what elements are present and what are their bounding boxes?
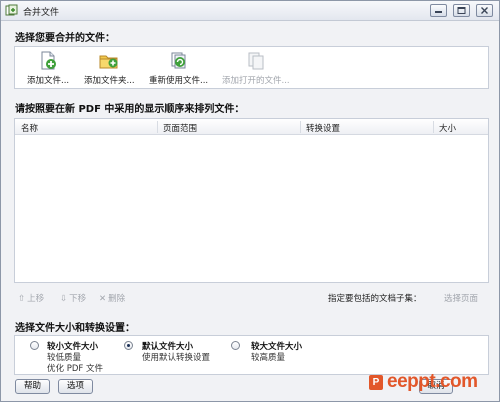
add-open-files-button[interactable]: 添加打开的文件... — [222, 51, 290, 86]
move-down-button[interactable]: ⇩ 下移 — [60, 292, 86, 304]
default-size-radio[interactable] — [124, 341, 133, 350]
column-conversion-settings[interactable]: 转换设置 — [306, 122, 340, 134]
add-folder-label: 添加文件夹... — [84, 76, 135, 86]
reuse-files-icon — [171, 52, 186, 69]
minimize-icon — [435, 11, 442, 13]
remove-icon: ✕ — [99, 294, 107, 304]
default-size-desc: 使用默认转换设置 — [142, 353, 211, 363]
reuse-files-button[interactable]: 重新使用文件... — [149, 51, 208, 86]
file-toolbar: 添加文件... 添加文件夹... 重新使用文件... 添加打开的文件... — [14, 46, 489, 89]
smaller-size-radio[interactable] — [30, 341, 39, 350]
column-separator[interactable] — [300, 121, 301, 133]
reuse-files-label: 重新使用文件... — [149, 76, 209, 86]
add-folder-button[interactable]: 添加文件夹... — [84, 51, 135, 86]
choose-pages-button[interactable]: 选择页面 — [444, 292, 478, 304]
window-title: 合并文件 — [23, 8, 60, 18]
add-open-files-label: 添加打开的文件... — [222, 76, 290, 86]
larger-size-desc: 较高质量 — [251, 353, 286, 363]
add-files-label: 添加文件... — [27, 76, 70, 86]
file-list[interactable]: 名称 页面范围 转换设置 大小 — [14, 118, 489, 283]
smaller-size-desc-2: 优化 PDF 文件 — [47, 364, 103, 374]
select-files-heading: 选择您要合并的文件： — [15, 33, 115, 44]
minimize-button[interactable] — [430, 4, 447, 17]
add-open-files-icon — [248, 52, 264, 70]
remove-button[interactable]: ✕ 删除 — [99, 292, 125, 304]
site-watermark: P eeppt.com — [369, 371, 487, 394]
larger-size-radio[interactable] — [231, 341, 240, 350]
remove-label: 删除 — [108, 294, 126, 304]
size-settings-heading: 选择文件大小和转换设置： — [15, 323, 135, 334]
close-icon — [481, 7, 488, 14]
help-button[interactable]: 帮助 — [15, 379, 50, 394]
file-list-header: 名称 页面范围 转换设置 大小 — [15, 119, 488, 135]
size-options-panel: 较小文件大小 较低质量 优化 PDF 文件 默认文件大小 使用默认转换设置 较大… — [14, 335, 489, 375]
arrow-down-icon: ⇩ — [60, 294, 68, 304]
title-bar[interactable]: 合并文件 — [1, 1, 499, 21]
maximize-button[interactable] — [453, 4, 470, 17]
column-name[interactable]: 名称 — [21, 122, 38, 134]
move-down-label: 下移 — [69, 294, 87, 304]
column-size[interactable]: 大小 — [439, 122, 456, 134]
maximize-icon — [457, 7, 466, 14]
arrow-up-icon: ⇧ — [18, 294, 26, 304]
ppt-logo-icon: P — [369, 375, 383, 390]
order-files-heading: 请按照要在新 PDF 中采用的显示顺序来排列文件： — [15, 104, 245, 115]
move-up-button[interactable]: ⇧ 上移 — [18, 292, 44, 304]
add-files-button[interactable]: 添加文件... — [27, 51, 69, 86]
merge-files-dialog: 合并文件 选择您要合并的文件： 添加文件... 添加文件夹... 重新使用文件.… — [0, 0, 500, 402]
column-page-range[interactable]: 页面范围 — [163, 122, 197, 134]
close-window-button[interactable] — [476, 4, 493, 17]
add-folder-icon — [99, 55, 118, 69]
merge-app-icon — [5, 4, 18, 16]
subset-label: 指定要包括的文档子集： — [328, 294, 422, 304]
add-file-icon — [41, 51, 57, 70]
column-separator[interactable] — [157, 121, 158, 133]
watermark-text: eeppt.com — [387, 371, 478, 392]
options-button[interactable]: 选项 — [58, 379, 93, 394]
move-up-label: 上移 — [27, 294, 45, 304]
column-separator[interactable] — [433, 121, 434, 133]
